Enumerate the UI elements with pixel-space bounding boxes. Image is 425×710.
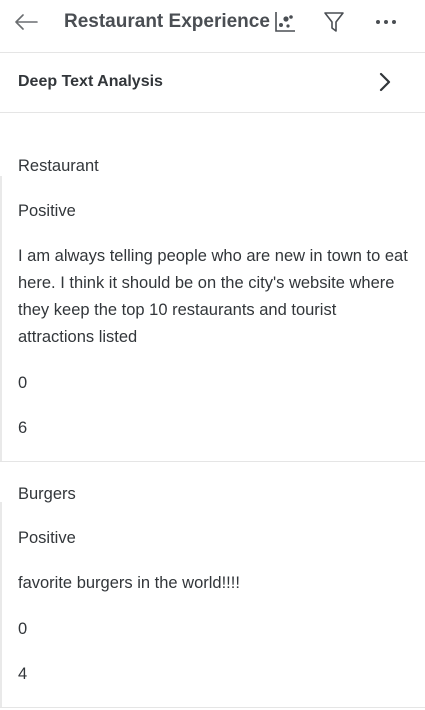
- chevron-right-icon: [374, 71, 396, 93]
- section-title: Deep Text Analysis: [18, 73, 163, 90]
- value-one: 0: [18, 374, 28, 392]
- filter-icon: [324, 12, 344, 32]
- value-two: 4: [18, 665, 28, 683]
- topic-label: Restaurant: [18, 157, 99, 175]
- analysis-card[interactable]: Burgers Positive favorite burgers in the…: [0, 462, 425, 708]
- scatter-chart-button[interactable]: [271, 8, 299, 36]
- scatter-chart-icon: [275, 12, 295, 32]
- arrow-left-icon: [15, 14, 38, 30]
- more-horizontal-icon: [376, 20, 396, 24]
- sentiment-label: Positive: [18, 202, 76, 220]
- value-one: 0: [18, 620, 28, 638]
- value-two: 6: [18, 419, 28, 437]
- page-title: Restaurant Experience: [64, 11, 270, 32]
- back-button[interactable]: [10, 8, 42, 36]
- filter-button[interactable]: [320, 8, 348, 36]
- card-accent-bar: [0, 176, 2, 461]
- topic-label: Burgers: [18, 485, 76, 503]
- more-options-button[interactable]: [372, 8, 400, 36]
- review-text: I am always telling people who are new i…: [18, 247, 408, 346]
- app-header: Restaurant Experience: [0, 0, 425, 53]
- review-text: favorite burgers in the world!!!!: [18, 574, 240, 592]
- deep-text-analysis-row[interactable]: Deep Text Analysis: [0, 53, 425, 113]
- analysis-card[interactable]: Restaurant Positive I am always telling …: [0, 136, 425, 462]
- sentiment-label: Positive: [18, 529, 76, 547]
- card-accent-bar: [0, 502, 2, 707]
